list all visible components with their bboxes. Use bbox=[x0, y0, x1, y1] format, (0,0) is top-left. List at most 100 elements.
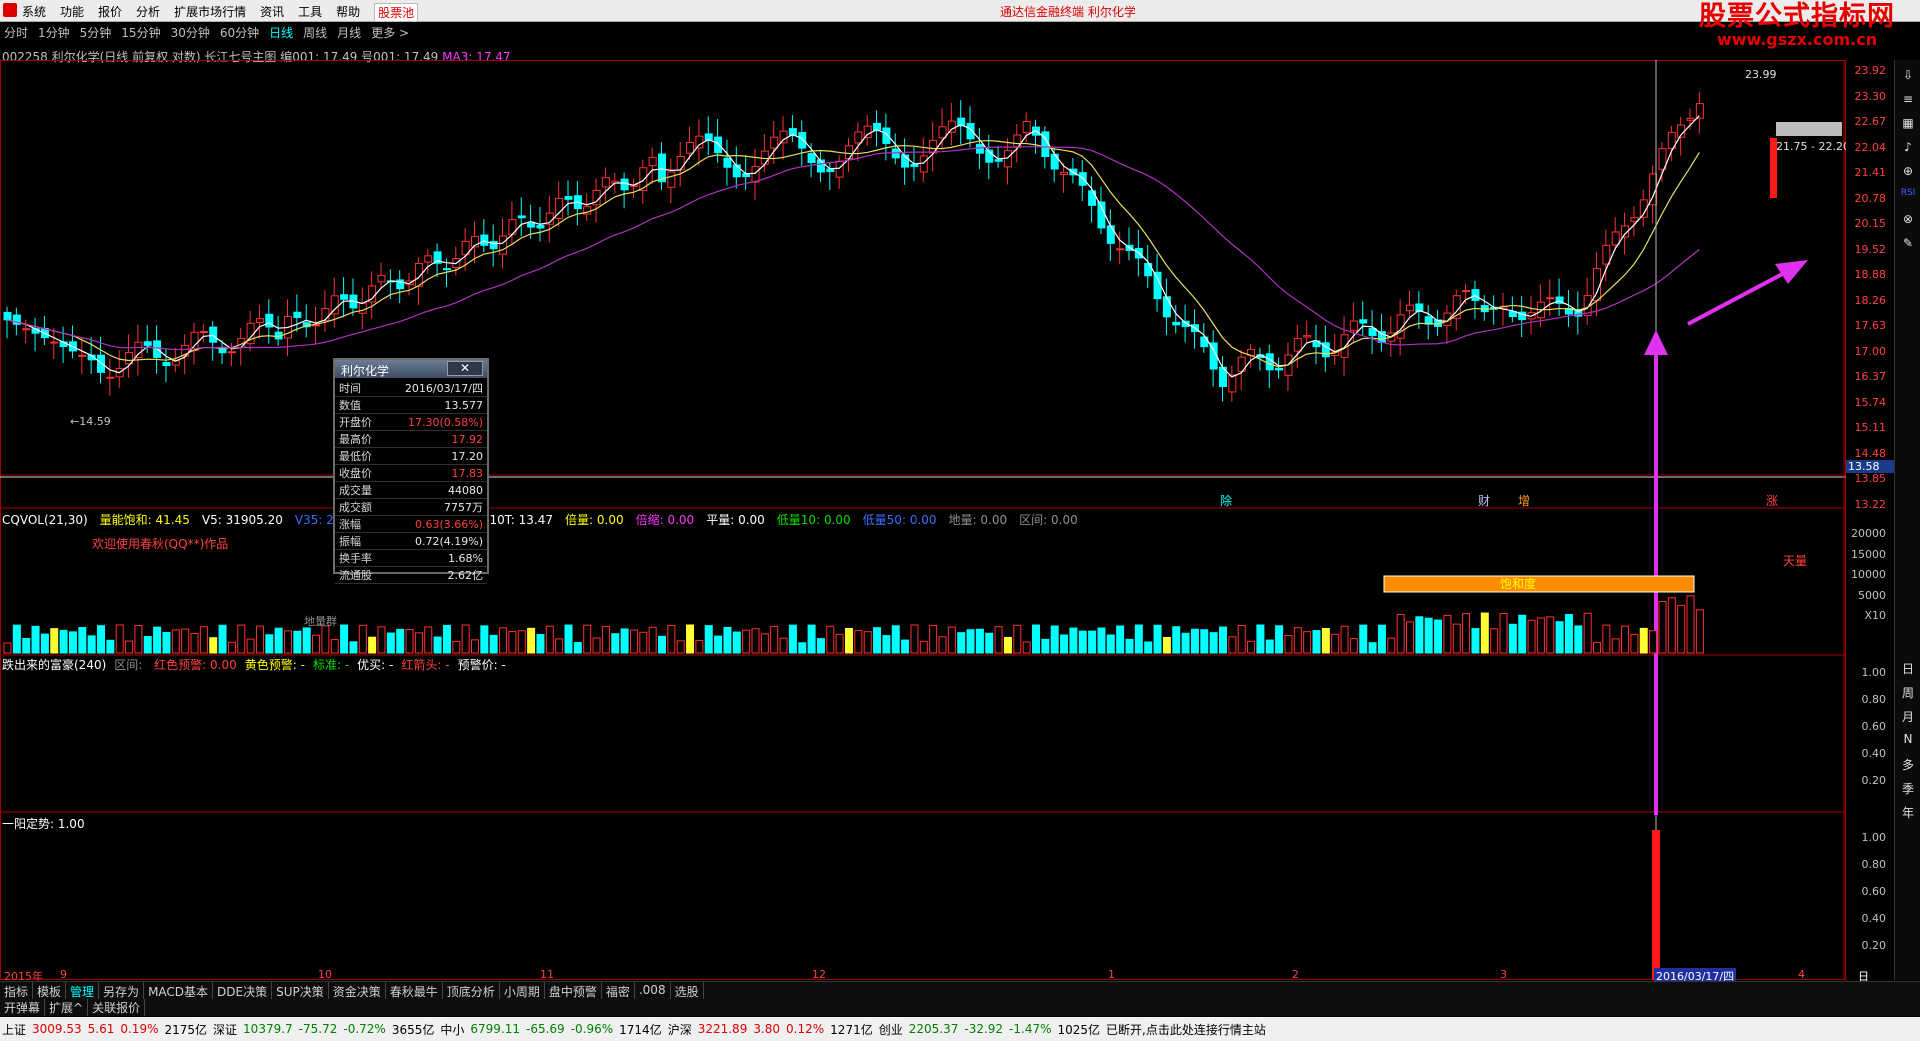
indicator-tab-14[interactable]: 选股 bbox=[671, 982, 704, 999]
sidebar-tool-9[interactable]: 周 bbox=[1898, 684, 1918, 701]
menu-item-2[interactable]: 报价 bbox=[98, 3, 122, 22]
sidebar-tool-5[interactable]: RSI bbox=[1898, 188, 1918, 198]
period-tab-3[interactable]: 15分钟 bbox=[121, 24, 160, 42]
volume-bar bbox=[321, 625, 330, 654]
sidebar-tool-10[interactable]: 月 bbox=[1898, 708, 1918, 725]
sidebar-tool-1[interactable]: ≡ bbox=[1898, 92, 1918, 106]
popup-row: 换手率 1.68% bbox=[335, 550, 487, 567]
popup-header[interactable]: 利尔化学 ✕ bbox=[335, 360, 487, 378]
vol-item-label: 低量10: bbox=[776, 513, 821, 527]
price-tick: 21.41 bbox=[1854, 166, 1887, 179]
sidebar-tool-13[interactable]: 季 bbox=[1898, 780, 1918, 797]
period-tab-6[interactable]: 日线 bbox=[269, 24, 293, 42]
volume-bar bbox=[798, 642, 807, 654]
indicator-tab-0[interactable]: 指标 bbox=[0, 982, 34, 999]
period-tab-8[interactable]: 月线 bbox=[337, 24, 361, 42]
period-tab-0[interactable]: 分时 bbox=[4, 24, 28, 42]
indicator-tab-13[interactable]: .008 bbox=[635, 982, 671, 999]
volume-bar bbox=[461, 624, 470, 654]
candle-down bbox=[1050, 153, 1059, 170]
period-tab-7[interactable]: 周线 bbox=[303, 24, 327, 42]
vol-item-label: 低量50: bbox=[862, 513, 906, 527]
panel3-item-label: 黄色预警: bbox=[244, 658, 297, 672]
extra-tab-0[interactable]: 开弹幕 bbox=[0, 999, 46, 1016]
candle-up bbox=[377, 275, 386, 283]
indicator-tab-3[interactable]: 另存为 bbox=[99, 982, 145, 999]
menu-item-1[interactable]: 功能 bbox=[60, 3, 84, 22]
sidebar-tool-4[interactable]: ⊕ bbox=[1898, 164, 1918, 178]
volume-bar bbox=[929, 624, 938, 654]
volume-bar bbox=[704, 625, 713, 654]
range-annotation: 21.75 - 22.20 bbox=[1776, 140, 1846, 153]
volume-bar bbox=[1508, 623, 1517, 654]
indicator-tab-12[interactable]: 福密 bbox=[602, 982, 635, 999]
menu-item-6[interactable]: 工具 bbox=[298, 3, 322, 22]
indicator-tab-5[interactable]: DDE决策 bbox=[213, 982, 273, 999]
volume-bar bbox=[760, 633, 769, 654]
candle-down bbox=[536, 224, 545, 229]
status-item-19: 1271亿 bbox=[830, 1022, 873, 1037]
period-tab-1[interactable]: 1分钟 bbox=[38, 24, 70, 42]
sidebar-tool-11[interactable]: N bbox=[1898, 732, 1918, 746]
indicator-tick: 0.80 bbox=[1861, 693, 1887, 706]
candle-down bbox=[340, 294, 349, 300]
status-item-25[interactable]: 已断开,点击此处连接行情主站 bbox=[1106, 1021, 1266, 1038]
sidebar-tool-3[interactable]: ♪ bbox=[1898, 140, 1918, 154]
app-logo-icon bbox=[3, 3, 17, 17]
volume-bar bbox=[891, 625, 900, 654]
candle-up bbox=[1546, 297, 1555, 300]
panel4-title: 一阳定势: 1.00 bbox=[2, 817, 85, 831]
indicator-tab-9[interactable]: 顶底分析 bbox=[443, 982, 500, 999]
saturation-bar bbox=[1383, 575, 1695, 593]
candle-up bbox=[1349, 320, 1358, 332]
sidebar-tool-2[interactable]: ▦ bbox=[1898, 116, 1918, 130]
panel3-item-6: 预警价: - bbox=[458, 658, 506, 672]
volume-bar bbox=[1387, 637, 1396, 654]
indicator-tab-10[interactable]: 小周期 bbox=[500, 982, 545, 999]
indicator-tick: 20000 bbox=[1851, 527, 1886, 540]
menu-item-3[interactable]: 分析 bbox=[136, 3, 160, 22]
indicator-tab-1[interactable]: 模板 bbox=[33, 982, 67, 999]
menu-item-5[interactable]: 资讯 bbox=[260, 3, 284, 22]
volume-bar bbox=[882, 635, 891, 654]
status-item-2: 5.61 bbox=[87, 1022, 115, 1036]
data-window-popup[interactable]: 利尔化学 ✕ 时间 2016/03/17/四 数值 13.577 开盘价 17.30(0.… bbox=[333, 358, 489, 584]
status-item-16: 3221.89 bbox=[697, 1022, 748, 1036]
indicator-tab-2[interactable]: 管理 bbox=[66, 982, 100, 999]
volume-bar bbox=[994, 626, 1003, 654]
volume-bar bbox=[1368, 642, 1377, 654]
candle-down bbox=[162, 362, 171, 367]
close-button[interactable]: ✕ bbox=[447, 361, 483, 376]
sidebar-tool-6[interactable]: ⊗ bbox=[1898, 212, 1918, 226]
menu-item-7[interactable]: 帮助 bbox=[336, 3, 360, 22]
status-item-0: 上证 bbox=[2, 1022, 27, 1037]
extra-tab-1[interactable]: 扩展^ bbox=[45, 999, 89, 1016]
volume-bar bbox=[3, 642, 12, 654]
sidebar-tool-8[interactable]: 日 bbox=[1898, 660, 1918, 677]
indicator-tab-11[interactable]: 盘中预警 bbox=[545, 982, 602, 999]
signal-bar bbox=[1770, 138, 1777, 198]
volume-bar bbox=[947, 626, 956, 654]
volume-bar bbox=[386, 632, 395, 654]
menu-bar: 系统 功能 报价 分析 扩展市场行情 资讯 工具 帮助 股票池 通达信金融终端 利尔化学 bbox=[0, 0, 1920, 22]
indicator-tab-4[interactable]: MACD基本 bbox=[144, 982, 214, 999]
menu-item-4[interactable]: 扩展市场行情 bbox=[174, 3, 246, 22]
indicator-tab-6[interactable]: SUP决策 bbox=[272, 982, 329, 999]
sidebar-tool-7[interactable]: ✎ bbox=[1898, 236, 1918, 250]
indicator-tab-8[interactable]: 春秋最牛 bbox=[386, 982, 443, 999]
sidebar-tool-0[interactable]: ⇩ bbox=[1898, 68, 1918, 82]
extra-tab-2[interactable]: 关联报价 bbox=[88, 999, 146, 1016]
period-tab-9[interactable]: 更多 > bbox=[371, 24, 409, 42]
period-tab-4[interactable]: 30分钟 bbox=[171, 24, 210, 42]
candle-up bbox=[929, 139, 938, 154]
period-tab-5[interactable]: 60分钟 bbox=[220, 24, 259, 42]
sidebar-tool-14[interactable]: 年 bbox=[1898, 804, 1918, 821]
period-tab-2[interactable]: 5分钟 bbox=[80, 24, 112, 42]
sidebar-tool-12[interactable]: 多 bbox=[1898, 756, 1918, 773]
volume-bar bbox=[284, 630, 292, 654]
menu-item-8[interactable]: 股票池 bbox=[374, 3, 419, 22]
volume-bar bbox=[1443, 614, 1452, 654]
indicator-tab-7[interactable]: 资金决策 bbox=[329, 982, 386, 999]
menu-item-0[interactable]: 系统 bbox=[22, 3, 46, 22]
panel3-item-5: 红箭头: - bbox=[401, 658, 449, 672]
